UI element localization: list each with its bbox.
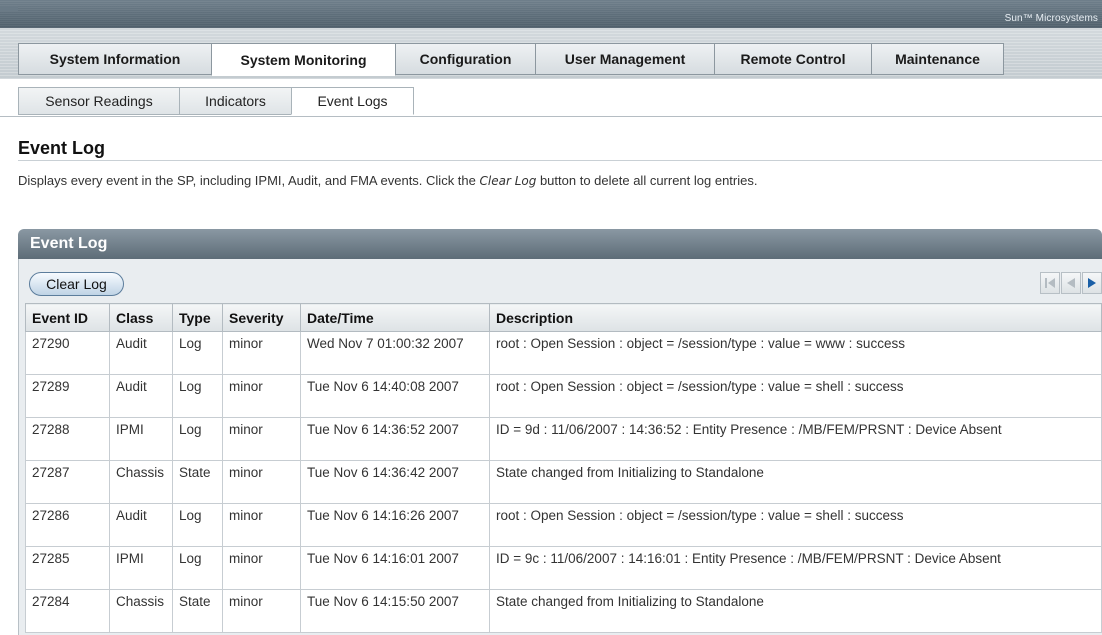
cell-description: State changed from Initializing to Stand… bbox=[489, 589, 1102, 633]
cell-severity: minor bbox=[222, 331, 301, 375]
cell-class: IPMI bbox=[109, 417, 173, 461]
table-row: 27287 Chassis State minor Tue Nov 6 14:3… bbox=[25, 460, 1102, 504]
cell-event-id: 27285 bbox=[25, 546, 110, 590]
table-row: 27289 Audit Log minor Tue Nov 6 14:40:08… bbox=[25, 374, 1102, 418]
cell-type: Log bbox=[172, 503, 223, 547]
brand-logo: Sun™ Microsystems bbox=[1004, 13, 1098, 24]
table-row: 27286 Audit Log minor Tue Nov 6 14:16:26… bbox=[25, 503, 1102, 547]
previous-page-icon[interactable] bbox=[1061, 272, 1081, 294]
panel-title: Event Log bbox=[30, 235, 108, 252]
subtab-indicators[interactable]: Indicators bbox=[179, 87, 292, 115]
column-header-class[interactable]: Class bbox=[109, 303, 173, 332]
cell-severity: minor bbox=[222, 374, 301, 418]
tab-system-information[interactable]: System Information bbox=[18, 43, 212, 75]
first-page-icon[interactable] bbox=[1040, 272, 1060, 294]
title-divider bbox=[18, 160, 1102, 161]
description-emphasis: Clear Log bbox=[479, 174, 537, 188]
cell-datetime: Wed Nov 7 01:00:32 2007 bbox=[300, 331, 490, 375]
sub-tab-bar: Sensor Readings Indicators Event Logs bbox=[0, 79, 1102, 117]
cell-type: Log bbox=[172, 331, 223, 375]
cell-event-id: 27286 bbox=[25, 503, 110, 547]
column-header-type[interactable]: Type bbox=[172, 303, 223, 332]
description-text-end: button to delete all current log entries… bbox=[536, 173, 758, 188]
cell-description: ID = 9d : 11/06/2007 : 14:36:52 : Entity… bbox=[489, 417, 1102, 461]
description-text: Displays every event in the SP, includin… bbox=[18, 173, 480, 188]
tab-maintenance[interactable]: Maintenance bbox=[871, 43, 1004, 75]
page-description: Displays every event in the SP, includin… bbox=[18, 173, 757, 188]
cell-datetime: Tue Nov 6 14:16:01 2007 bbox=[300, 546, 490, 590]
cell-description: root : Open Session : object = /session/… bbox=[489, 374, 1102, 418]
cell-datetime: Tue Nov 6 14:36:42 2007 bbox=[300, 460, 490, 504]
cell-severity: minor bbox=[222, 589, 301, 633]
cell-type: Log bbox=[172, 546, 223, 590]
panel-header: Event Log bbox=[18, 229, 1102, 259]
tab-user-management[interactable]: User Management bbox=[535, 43, 715, 75]
cell-severity: minor bbox=[222, 546, 301, 590]
cell-description: State changed from Initializing to Stand… bbox=[489, 460, 1102, 504]
cell-description: root : Open Session : object = /session/… bbox=[489, 331, 1102, 375]
masthead-accent bbox=[0, 6, 18, 11]
next-page-icon[interactable] bbox=[1082, 272, 1102, 294]
cell-event-id: 27288 bbox=[25, 417, 110, 461]
cell-datetime: Tue Nov 6 14:15:50 2007 bbox=[300, 589, 490, 633]
cell-description: root : Open Session : object = /session/… bbox=[489, 503, 1102, 547]
column-header-severity[interactable]: Severity bbox=[222, 303, 301, 332]
column-header-datetime[interactable]: Date/Time bbox=[300, 303, 490, 332]
cell-severity: minor bbox=[222, 503, 301, 547]
cell-class: IPMI bbox=[109, 546, 173, 590]
cell-datetime: Tue Nov 6 14:36:52 2007 bbox=[300, 417, 490, 461]
tab-configuration[interactable]: Configuration bbox=[395, 43, 536, 75]
cell-type: Log bbox=[172, 417, 223, 461]
cell-description: ID = 9c : 11/06/2007 : 14:16:01 : Entity… bbox=[489, 546, 1102, 590]
cell-datetime: Tue Nov 6 14:40:08 2007 bbox=[300, 374, 490, 418]
cell-class: Chassis bbox=[109, 589, 173, 633]
cell-type: State bbox=[172, 460, 223, 504]
table-header-row: Event ID Class Type Severity Date/Time D… bbox=[25, 303, 1102, 332]
cell-datetime: Tue Nov 6 14:16:26 2007 bbox=[300, 503, 490, 547]
cell-class: Audit bbox=[109, 374, 173, 418]
cell-event-id: 27284 bbox=[25, 589, 110, 633]
cell-event-id: 27290 bbox=[25, 331, 110, 375]
cell-severity: minor bbox=[222, 460, 301, 504]
cell-event-id: 27287 bbox=[25, 460, 110, 504]
table-row: 27285 IPMI Log minor Tue Nov 6 14:16:01 … bbox=[25, 546, 1102, 590]
main-tab-bar: System Information System Monitoring Con… bbox=[0, 28, 1102, 79]
column-header-event-id[interactable]: Event ID bbox=[25, 303, 110, 332]
tab-system-monitoring[interactable]: System Monitoring bbox=[211, 43, 396, 76]
clear-log-button[interactable]: Clear Log bbox=[29, 272, 124, 296]
subtab-sensor-readings[interactable]: Sensor Readings bbox=[18, 87, 180, 115]
cell-severity: minor bbox=[222, 417, 301, 461]
subtab-event-logs[interactable]: Event Logs bbox=[291, 87, 414, 115]
tab-remote-control[interactable]: Remote Control bbox=[714, 43, 872, 75]
cell-class: Audit bbox=[109, 331, 173, 375]
event-log-table: Event ID Class Type Severity Date/Time D… bbox=[25, 303, 1102, 633]
cell-event-id: 27289 bbox=[25, 374, 110, 418]
cell-type: Log bbox=[172, 374, 223, 418]
cell-type: State bbox=[172, 589, 223, 633]
page-title: Event Log bbox=[18, 138, 106, 158]
table-row: 27284 Chassis State minor Tue Nov 6 14:1… bbox=[25, 589, 1102, 633]
cell-class: Audit bbox=[109, 503, 173, 547]
column-header-description[interactable]: Description bbox=[489, 303, 1102, 332]
masthead: Sun™ Microsystems bbox=[0, 0, 1102, 28]
table-row: 27290 Audit Log minor Wed Nov 7 01:00:32… bbox=[25, 331, 1102, 375]
table-row: 27288 IPMI Log minor Tue Nov 6 14:36:52 … bbox=[25, 417, 1102, 461]
cell-class: Chassis bbox=[109, 460, 173, 504]
